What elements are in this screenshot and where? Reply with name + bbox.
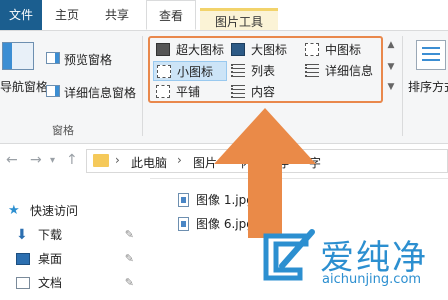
tab-file[interactable]: 文件 [0, 0, 42, 30]
large-icons-icon [231, 43, 245, 56]
sort-by-icon[interactable] [416, 40, 446, 70]
layout-medium-icons[interactable]: 中图标 [305, 40, 375, 60]
pin-icon[interactable]: ✎ [125, 224, 134, 246]
layout-scroll-down-icon[interactable]: ▼ [386, 60, 396, 74]
details-pane-button[interactable]: 详细信息窗格 [64, 84, 136, 101]
layout-small-icons[interactable]: 小图标 [153, 61, 227, 81]
preview-pane-icon[interactable] [46, 52, 60, 64]
navigation-pane-button[interactable]: 导航窗格 [0, 78, 48, 95]
back-arrow-icon[interactable]: ← [6, 152, 18, 168]
pane-group-label: 窗格 [52, 124, 74, 137]
nav-item-downloads[interactable]: ⬇ 下载 ✎ [16, 224, 134, 246]
ribbon-separator [402, 36, 403, 136]
layout-extra-large-icons[interactable]: 超大图标 [156, 40, 226, 60]
breadcrumb-separator-icon[interactable]: › [177, 153, 182, 167]
layout-list[interactable]: 列表 [231, 61, 291, 81]
tab-picture-tools[interactable]: 图片工具 [200, 8, 278, 30]
layout-tiles[interactable]: 平铺 [156, 82, 216, 102]
extra-large-icons-icon [156, 43, 170, 56]
folder-icon [93, 154, 109, 167]
navigation-pane: ★ 快速访问 ⬇ 下载 ✎ 桌面 ✎ 文档 ✎ [0, 178, 150, 300]
tab-share[interactable]: 共享 [96, 0, 138, 30]
list-icon [231, 64, 245, 77]
details-icon [305, 64, 319, 77]
layout-scroll-up-icon[interactable]: ▲ [386, 38, 396, 52]
details-pane-icon[interactable] [46, 85, 60, 97]
image-file-icon [178, 193, 189, 207]
nav-item-desktop[interactable]: 桌面 ✎ [16, 248, 134, 270]
tab-home[interactable]: 主页 [46, 0, 88, 30]
layout-details[interactable]: 详细信息 [305, 61, 377, 81]
star-icon: ★ [8, 203, 20, 218]
document-icon [16, 277, 30, 289]
ribbon-separator [142, 36, 143, 136]
content-icon [231, 85, 245, 98]
sort-by-button[interactable]: 排序方式 [408, 78, 448, 95]
layout-expand-icon[interactable]: ▼ [386, 80, 396, 94]
medium-icons-icon [305, 43, 319, 56]
tiles-icon [156, 85, 170, 98]
navigation-pane-icon[interactable] [2, 42, 34, 70]
image-file-icon [178, 217, 189, 231]
recent-chevron-down-icon[interactable]: ▾ [50, 155, 55, 166]
tab-view[interactable]: 查看 [146, 0, 196, 30]
layout-content[interactable]: 内容 [231, 82, 291, 102]
breadcrumb-this-pc[interactable]: 此电脑 [131, 154, 167, 171]
layout-large-icons[interactable]: 大图标 [231, 40, 291, 60]
preview-pane-button[interactable]: 预览窗格 [64, 51, 112, 68]
download-icon: ⬇ [16, 227, 28, 243]
watermark-logo: 爱纯净 aichunjing.com [256, 216, 448, 300]
up-arrow-icon[interactable]: ↑ [66, 152, 78, 168]
brand-logo-icon [263, 229, 315, 281]
breadcrumb-separator-icon[interactable]: › [115, 153, 120, 167]
pin-icon[interactable]: ✎ [125, 248, 134, 270]
desktop-icon [16, 253, 30, 265]
nav-item-documents[interactable]: 文档 ✎ [16, 272, 134, 294]
small-icons-icon [157, 65, 171, 78]
pin-icon[interactable]: ✎ [125, 272, 134, 294]
ribbon-tabs: 文件 主页 共享 查看 图片工具 [0, 0, 448, 31]
forward-arrow-icon[interactable]: → [30, 152, 42, 168]
watermark-url: aichunjing.com [322, 272, 422, 287]
